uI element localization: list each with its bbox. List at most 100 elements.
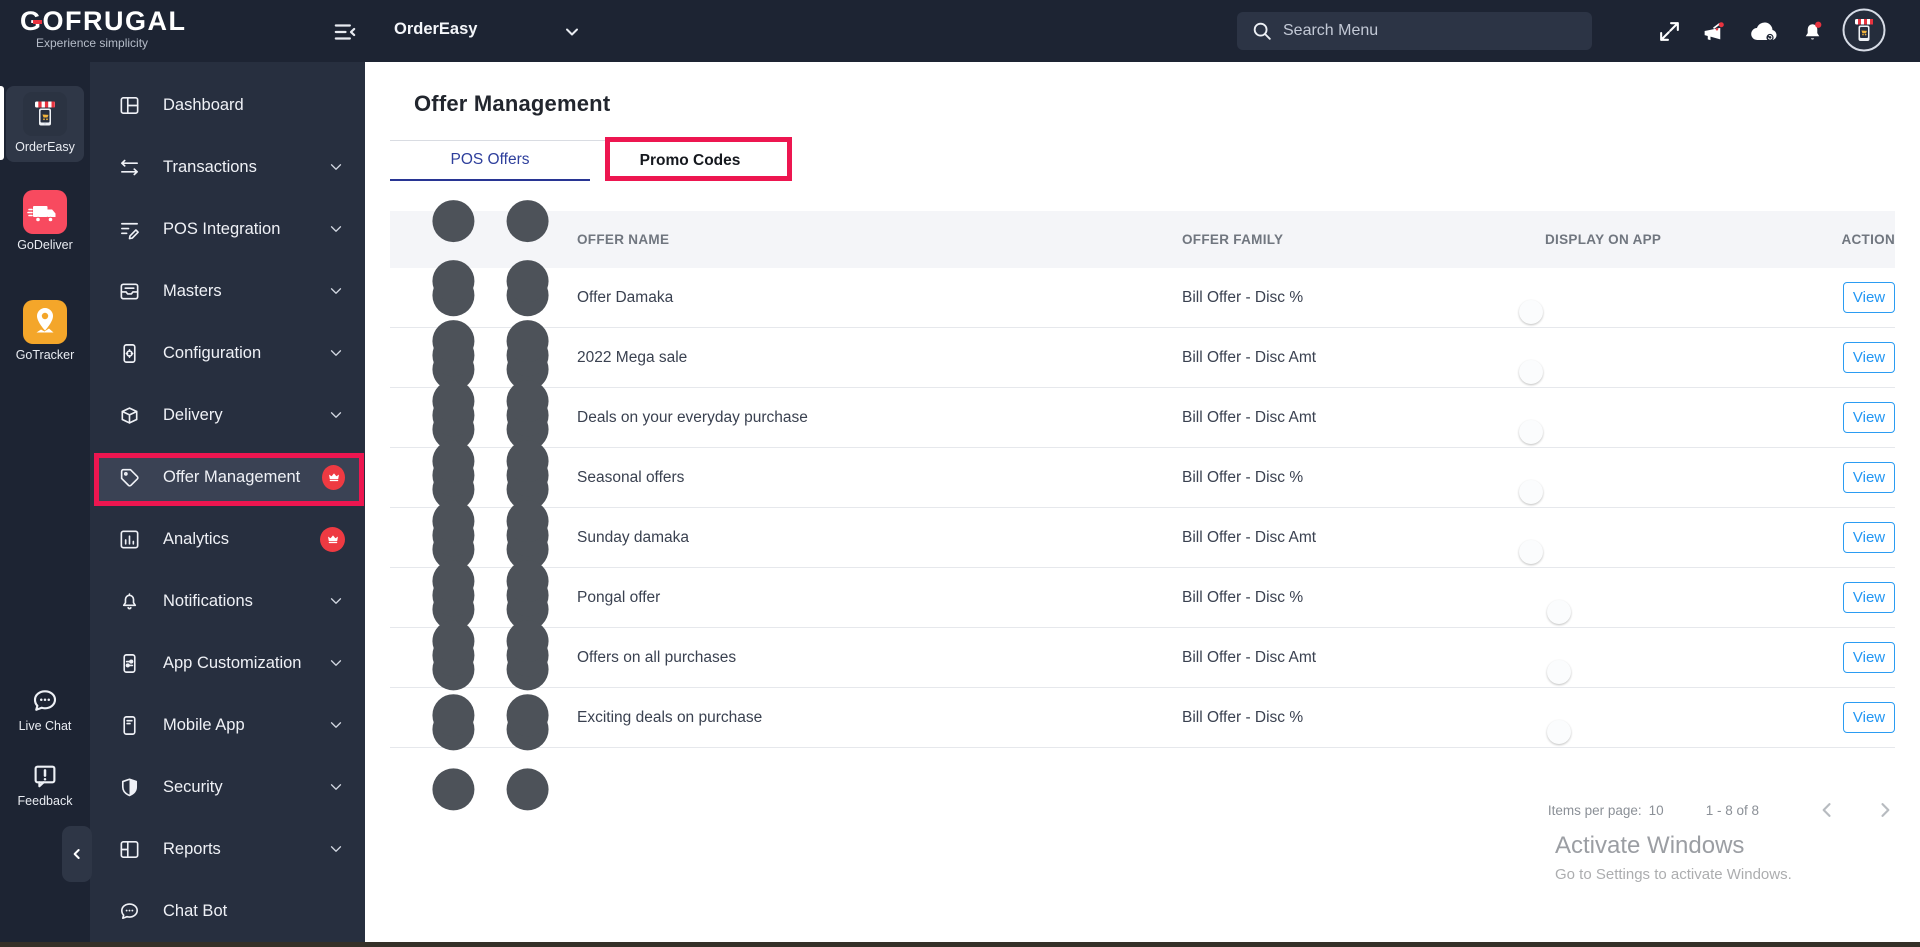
live-chat-icon <box>30 686 60 716</box>
offer-name-cell: Exciting deals on purchase <box>577 708 763 726</box>
offer-name-cell: Seasonal offers <box>577 468 685 486</box>
sidebar-item-offer-management[interactable]: Offer Management <box>90 446 365 508</box>
rail-app-godeliver[interactable]: GoDeliver <box>0 190 90 252</box>
tab-pos-offers[interactable]: POS Offers <box>390 141 590 181</box>
rail-feedback[interactable]: Feedback <box>0 761 90 808</box>
watermark-line1: Activate Windows <box>1555 832 1745 859</box>
sidebar-collapse-button[interactable] <box>62 826 92 882</box>
sidebar-item-delivery[interactable]: Delivery <box>90 384 365 446</box>
chevron-down-icon <box>327 778 345 796</box>
drag-handle-icon[interactable] <box>404 619 577 830</box>
rail-live-chat[interactable]: Live Chat <box>0 686 90 733</box>
tab-pos-offers-label: POS Offers <box>450 151 530 168</box>
offer-family-cell: Bill Offer - Disc Amt <box>1182 408 1317 426</box>
chevron-down-icon <box>327 158 345 176</box>
display-on-app-column-header: DISPLAY ON APP <box>1545 232 1662 247</box>
chevron-down-icon[interactable] <box>562 22 582 42</box>
store-avatar[interactable] <box>1842 8 1886 52</box>
page-title: Offer Management <box>414 91 611 116</box>
offer-family-cell: Bill Offer - Disc Amt <box>1182 348 1317 366</box>
rail-app-label: GoTracker <box>15 348 75 362</box>
offer-family-cell: Bill Offer - Disc % <box>1182 588 1304 606</box>
rail-bottom-label: Live Chat <box>18 719 72 733</box>
search-icon <box>1251 20 1273 42</box>
logo-rest: OFRUGAL <box>42 6 187 36</box>
chat-bot-icon <box>118 900 141 923</box>
view-button[interactable]: View <box>1843 282 1895 313</box>
gofrugal-logo: GOFRUGAL Experience simplicity <box>20 7 187 50</box>
tab-promo-codes[interactable]: Promo Codes <box>590 137 792 181</box>
mobile-app-icon <box>118 714 141 737</box>
menu-collapse-icon[interactable] <box>332 19 358 45</box>
pos-integration-icon <box>118 218 141 241</box>
delivery-icon <box>118 404 141 427</box>
offer-name-cell: Offer Damaka <box>577 288 674 306</box>
reports-icon <box>118 838 141 861</box>
view-button[interactable]: View <box>1843 402 1895 433</box>
product-switcher-label[interactable]: OrderEasy <box>394 20 477 39</box>
sidebar-item-dashboard[interactable]: Dashboard <box>90 74 365 136</box>
logo-title: GOFRUGAL <box>20 7 187 35</box>
premium-crown-badge <box>322 464 345 490</box>
rail-app-ordereasy[interactable]: OrderEasy <box>6 86 84 162</box>
sidebar-item-pos-integration[interactable]: POS Integration <box>90 198 365 260</box>
search-input[interactable] <box>1237 12 1592 50</box>
sidebar-item-transactions[interactable]: Transactions <box>90 136 365 198</box>
sidebar-item-chat-bot[interactable]: Chat Bot <box>90 880 365 942</box>
sidebar-item-label: Configuration <box>163 343 262 362</box>
notifications-icon <box>118 590 141 613</box>
sidebar-item-analytics[interactable]: Analytics <box>90 508 365 570</box>
sidebar-item-masters[interactable]: Masters <box>90 260 365 322</box>
view-button[interactable]: View <box>1843 462 1895 493</box>
offer-name-cell: Pongal offer <box>577 588 661 606</box>
chevron-down-icon <box>327 282 345 300</box>
toggle-knob <box>1547 659 1571 684</box>
sidebar-item-app-customization[interactable]: App Customization <box>90 632 365 694</box>
view-button[interactable]: View <box>1843 642 1895 673</box>
chevron-left-icon <box>69 846 85 862</box>
notifications-bell-icon[interactable] <box>1800 19 1825 44</box>
watermark-line2: Go to Settings to activate Windows. <box>1555 866 1792 883</box>
table-header-row: OFFER NAME OFFER FAMILY DISPLAY ON APP A… <box>390 211 1895 268</box>
fullscreen-icon[interactable] <box>1657 19 1682 44</box>
tabstrip: POS Offers Promo Codes <box>390 137 792 181</box>
table-row: 2022 Mega sale Bill Offer - Disc Amt View <box>390 259 1895 451</box>
offer-family-cell: Bill Offer - Disc Amt <box>1182 528 1317 546</box>
table-row: Offers on all purchases Bill Offer - Disc… <box>390 559 1895 751</box>
godeliver-app-icon <box>23 190 67 234</box>
announcements-megaphone-icon[interactable] <box>1701 19 1726 44</box>
sidebar-item-configuration[interactable]: Configuration <box>90 322 365 384</box>
rail-bottom-label: Feedback <box>17 794 73 808</box>
sidebar-item-label: POS Integration <box>163 219 281 238</box>
sidebar-item-label: Dashboard <box>163 95 244 114</box>
sidebar-item-label: Offer Management <box>163 467 301 486</box>
chevron-down-icon <box>327 840 345 858</box>
toggle-knob <box>1519 299 1543 324</box>
toggle-knob <box>1519 419 1543 444</box>
offer-name-cell: 2022 Mega sale <box>577 348 688 366</box>
rail-app-label: OrderEasy <box>15 140 75 154</box>
view-button[interactable]: View <box>1843 342 1895 373</box>
sidebar-item-security[interactable]: Security <box>90 756 365 818</box>
offer-name-cell: Offers on all purchases <box>577 648 737 666</box>
view-button[interactable]: View <box>1843 702 1895 733</box>
offer-name-cell: Deals on your everyday purchase <box>577 408 808 426</box>
sidebar-item-label: Notifications <box>163 591 253 610</box>
pagination-range: 1 - 8 of 8 <box>1705 802 1759 818</box>
table-row: Sunday damaka Bill Offer - Disc Amt View <box>390 439 1895 631</box>
cloud-sync-icon[interactable] <box>1748 19 1782 44</box>
sidebar-item-mobile-app[interactable]: Mobile App <box>90 694 365 756</box>
security-icon <box>118 776 141 799</box>
sidebar-item-notifications[interactable]: Notifications <box>90 570 365 632</box>
view-button[interactable]: View <box>1843 522 1895 553</box>
view-button[interactable]: View <box>1843 582 1895 613</box>
activate-windows-watermark: Activate Windows Go to Settings to activ… <box>1555 832 1792 883</box>
feedback-icon <box>30 761 60 791</box>
sidebar-item-reports[interactable]: Reports <box>90 818 365 880</box>
pagination-next-icon[interactable] <box>1875 800 1895 820</box>
toggle-knob <box>1519 539 1543 564</box>
rail-app-gotracker[interactable]: GoTracker <box>0 300 90 362</box>
items-per-page-value[interactable]: 10 <box>1649 803 1664 818</box>
pagination-prev-icon[interactable] <box>1817 800 1837 820</box>
main-content: Offer Management POS Offers Promo Codes … <box>365 62 1920 942</box>
